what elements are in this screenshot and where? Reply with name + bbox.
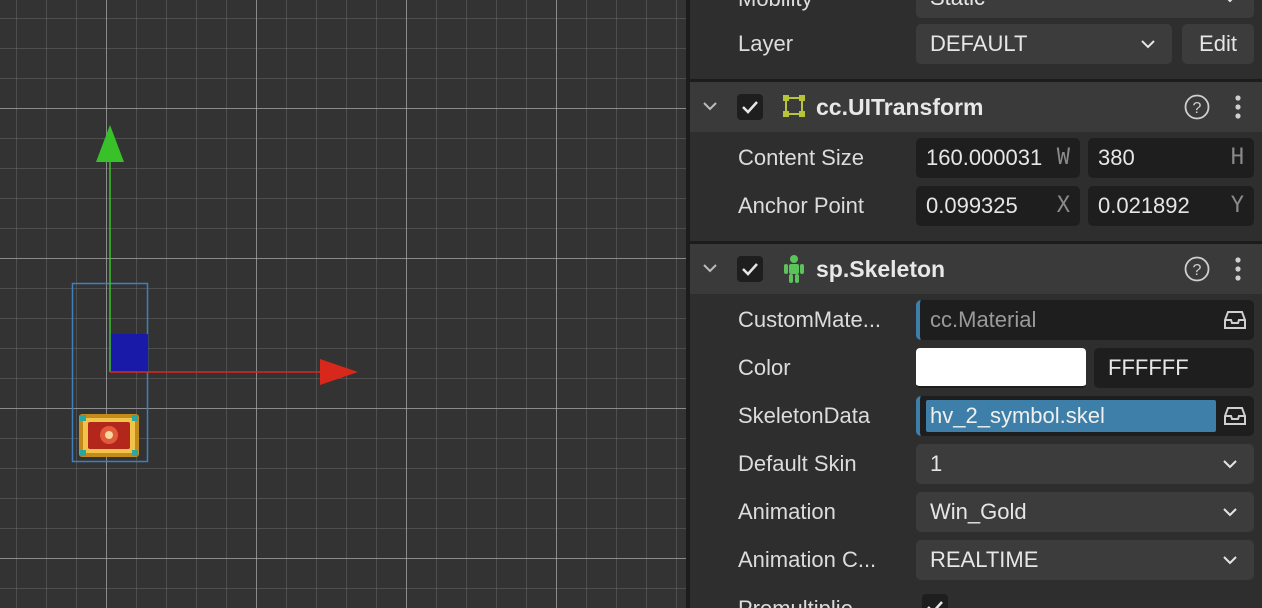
custom-material-label: CustomMate... [738,307,882,332]
skeleton-data-asset-field[interactable]: hv_2_symbol.skel [916,396,1254,436]
content-size-h-input[interactable]: 380 H [1088,138,1254,178]
gizmo-y-arrow[interactable] [96,125,124,162]
axis-y-label: Y [1230,193,1244,218]
gizmo-x-arrow[interactable] [320,359,358,385]
anchor-x-input[interactable]: 0.099325 X [916,186,1080,226]
mobility-row: Mobility Static [690,0,1262,18]
skeleton-data-label: SkeletonData [738,403,871,428]
premultiplied-checkbox[interactable] [922,594,948,608]
transform-gizmo[interactable] [0,0,686,608]
custom-material-row: CustomMate... cc.Material [690,300,1262,340]
default-skin-row: Default Skin 1 [690,444,1262,484]
ui-transform-icon [783,95,805,117]
svg-text:?: ? [1193,262,1202,279]
asset-tray-icon[interactable] [1224,310,1246,330]
chevron-down-icon [1141,40,1155,49]
chevron-down-icon [1223,508,1237,517]
chevron-down-icon [1223,556,1237,565]
chevron-down-icon [1223,460,1237,469]
layer-select[interactable]: DEFAULT [916,24,1172,64]
axis-w-label: W [1056,145,1070,170]
more-options-icon[interactable] [1230,256,1246,282]
default-skin-label: Default Skin [738,451,857,476]
premultiplied-label: Premultiplie [738,594,853,608]
premultiplied-row: Premultiplie [690,588,1262,608]
layer-value: DEFAULT [930,31,1028,56]
anchor-x-value: 0.099325 [926,193,1018,218]
layer-edit-button[interactable]: Edit [1182,24,1254,64]
animation-cache-select[interactable]: REALTIME [916,540,1254,580]
custom-material-asset-field[interactable]: cc.Material [916,300,1254,340]
chevron-down-icon [1227,0,1233,3]
animation-cache-row: Animation C... REALTIME [690,540,1262,580]
inspector-panel: Mobility Static Layer DEFAULT Edit cc.UI… [690,0,1262,608]
layer-label: Layer [738,31,794,56]
color-hex-input[interactable]: FFFFFF [1094,348,1254,388]
svg-text:?: ? [1193,100,1202,117]
collapse-chevron-icon[interactable] [702,98,718,114]
checkmark-icon [742,101,758,114]
axis-x-label: X [1056,193,1070,218]
layer-row: Layer DEFAULT Edit [690,24,1262,64]
ui-transform-enabled-checkbox[interactable] [737,94,763,120]
more-options-icon[interactable] [1230,94,1246,120]
skeleton-enabled-checkbox[interactable] [737,256,763,282]
anchor-point-label: Anchor Point [738,193,864,218]
skeleton-data-row: SkeletonData hv_2_symbol.skel [690,396,1262,436]
scene-viewport[interactable] [0,0,686,608]
ui-transform-title: cc.UITransform [816,94,984,120]
color-hex-value: FFFFFF [1108,355,1189,380]
checkmark-icon [742,263,758,276]
default-skin-value: 1 [930,451,943,476]
color-swatch[interactable] [916,348,1086,388]
skeleton-header[interactable]: sp.Skeleton ? [690,244,1262,294]
gizmo-z-handle[interactable] [110,334,148,372]
asset-tray-icon[interactable] [1224,406,1246,426]
skeleton-sprite[interactable] [79,414,139,457]
mobility-value: Static [930,0,985,10]
content-size-h-value: 380 [1098,145,1135,170]
skeleton-icon [784,255,804,283]
content-size-w-input[interactable]: 160.000031 W [916,138,1080,178]
custom-material-value: cc.Material [930,307,1037,332]
collapse-chevron-icon[interactable] [702,260,718,276]
mobility-label: Mobility [738,0,813,14]
animation-cache-label: Animation C... [738,547,877,572]
animation-select[interactable]: Win_Gold [916,492,1254,532]
skeleton-title: sp.Skeleton [816,256,946,282]
help-icon[interactable]: ? [1184,256,1210,282]
color-row: Color FFFFFF [690,348,1262,388]
help-icon[interactable]: ? [1184,94,1210,120]
axis-h-label: H [1230,145,1244,170]
ui-transform-header[interactable]: cc.UITransform ? [690,82,1262,132]
animation-row: Animation Win_Gold [690,492,1262,532]
content-size-w-value: 160.000031 [926,145,1043,170]
default-skin-select[interactable]: 1 [916,444,1254,484]
animation-cache-value: REALTIME [930,547,1039,572]
color-label: Color [738,355,791,380]
animation-value: Win_Gold [930,499,1027,524]
content-size-row: Content Size 160.000031 W 380 H [690,138,1262,178]
checkmark-icon [927,601,943,608]
animation-label: Animation [738,499,836,524]
anchor-y-value: 0.021892 [1098,193,1190,218]
anchor-point-row: Anchor Point 0.099325 X 0.021892 Y [690,186,1262,226]
anchor-y-input[interactable]: 0.021892 Y [1088,186,1254,226]
skeleton-data-value: hv_2_symbol.skel [926,400,1216,432]
content-size-label: Content Size [738,145,864,170]
mobility-select[interactable]: Static [916,0,1254,18]
